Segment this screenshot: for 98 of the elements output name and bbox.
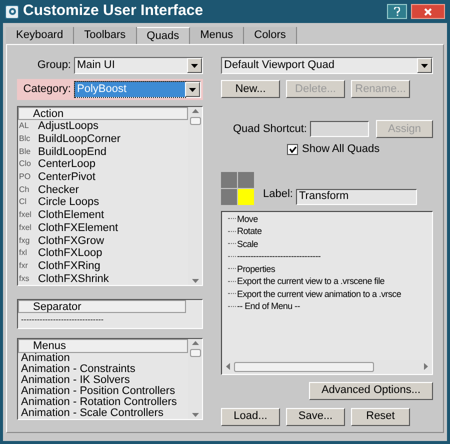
scroll-down-icon[interactable] xyxy=(192,279,198,283)
help-icon xyxy=(394,7,400,16)
action-icon: fxel xyxy=(18,209,38,222)
list-item[interactable]: Animation - Position Controllers xyxy=(18,386,188,397)
dropdown-field[interactable]: Main UI xyxy=(74,57,203,74)
scroll-up-icon[interactable] xyxy=(192,341,198,345)
list-item[interactable]: Ble BuildLoopEnd xyxy=(18,145,188,158)
scrollbar[interactable] xyxy=(188,339,202,419)
scroll-thumb[interactable] xyxy=(234,362,374,372)
action-icon: fxs xyxy=(18,272,38,285)
footer-button[interactable]: Save... xyxy=(286,408,345,426)
scroll-down-icon[interactable] xyxy=(192,413,198,417)
list-item[interactable]: fxel ClothElement xyxy=(18,208,188,222)
close-button[interactable] xyxy=(411,4,445,19)
list-item[interactable]: Blc BuildLoopCorner xyxy=(18,132,188,146)
action-label: ClothElement xyxy=(38,209,104,222)
tree-item[interactable]: Properties xyxy=(236,262,276,275)
tab[interactable]: Quads xyxy=(136,27,190,44)
tab[interactable]: Colors xyxy=(244,27,297,44)
action-icon: Ch xyxy=(18,184,38,196)
footer-button[interactable]: Reset xyxy=(351,408,410,426)
dropdown-field[interactable]: PolyBoost xyxy=(74,81,201,98)
list-item[interactable]: Animation xyxy=(18,353,188,364)
action-icon: PO xyxy=(18,171,38,184)
action-icon: Ble xyxy=(18,146,38,158)
quadrant[interactable] xyxy=(238,172,254,188)
list-item[interactable]: PO CenterPivot xyxy=(18,170,188,184)
close-icon xyxy=(424,8,432,16)
quad-button[interactable]: New... xyxy=(221,80,280,98)
scroll-thumb[interactable] xyxy=(190,349,200,357)
action-label: ClothFXShrink xyxy=(38,272,109,285)
list-item[interactable]: Animation - Rotation Controllers xyxy=(18,397,188,408)
footer-button[interactable]: Load... xyxy=(221,408,280,426)
help-button[interactable] xyxy=(387,4,407,19)
scroll-up-icon[interactable] xyxy=(192,109,198,113)
scroll-thumb[interactable] xyxy=(190,117,200,125)
separator-item[interactable]: ------------------------------- xyxy=(18,313,202,326)
list-item[interactable]: fxel ClothFXElement xyxy=(18,222,188,234)
list-item[interactable]: Cl Circle Loops xyxy=(18,196,188,209)
shortcut-field[interactable] xyxy=(310,121,369,137)
tree-item[interactable]: ------------------------------- xyxy=(236,250,321,262)
label-field[interactable]: Transform xyxy=(296,188,417,204)
tab[interactable]: Menus xyxy=(190,27,244,44)
list-item[interactable]: AL AdjustLoops xyxy=(18,120,188,133)
column-header[interactable]: Action xyxy=(18,107,188,120)
dropdown-field[interactable]: Default Viewport Quad xyxy=(221,57,433,74)
action-icon: fxel xyxy=(18,222,38,234)
action-icon: Blc xyxy=(18,133,38,146)
checkbox-label: Show All Quads xyxy=(302,142,380,157)
field-label: Group: xyxy=(36,58,71,74)
column-header[interactable]: Separator xyxy=(18,300,186,313)
list-item[interactable]: Animation - Constraints xyxy=(18,364,188,375)
action-icon: fxl xyxy=(18,247,38,260)
tree-item[interactable]: Scale xyxy=(236,238,258,250)
list-item[interactable]: fxr ClothFXRing xyxy=(18,260,188,272)
list-item[interactable]: Clo CenterLoop xyxy=(18,158,188,171)
tree-item[interactable]: Rotate xyxy=(236,225,262,238)
action-label: ClothFXRing xyxy=(38,260,100,272)
action-label: ClothFXGrow xyxy=(38,234,104,247)
action-icon: fxr xyxy=(18,260,38,272)
tab[interactable]: Toolbars xyxy=(74,27,137,44)
action-label: AdjustLoops xyxy=(38,120,99,132)
action-label: ClothFXElement xyxy=(38,222,118,234)
list-item[interactable]: Ch Checker xyxy=(18,183,188,196)
tree-item[interactable]: Export the current view animation to a .vrsce xyxy=(236,288,402,300)
list-item[interactable]: Animation - Scale Controllers xyxy=(18,408,188,419)
action-icon: Clo xyxy=(18,158,38,170)
list-item[interactable]: fxs ClothFXShrink xyxy=(18,272,188,285)
action-label: CenterLoop xyxy=(38,158,96,170)
list-item[interactable]: Animation - IK Solvers xyxy=(18,375,188,386)
tree-item[interactable]: -- End of Menu -- xyxy=(236,300,300,312)
field-label: Quad Shortcut: xyxy=(233,122,307,137)
column-header[interactable]: Menus xyxy=(18,339,188,353)
field-label: Category: xyxy=(22,82,71,98)
action-label: Circle Loops xyxy=(38,196,100,208)
action-icon: Cl xyxy=(18,196,38,208)
checkbox[interactable] xyxy=(287,144,298,155)
action-label: Checker xyxy=(38,184,79,196)
window-title: Customize User Interface xyxy=(23,1,204,22)
action-label: BuildLoopCorner xyxy=(38,133,121,146)
tree-item[interactable]: Export the current view to a .vrscene file xyxy=(236,275,384,288)
field-label: Label: xyxy=(263,187,293,202)
action-icon: AL xyxy=(18,120,38,132)
scrollbar[interactable] xyxy=(188,107,202,285)
app-icon xyxy=(5,4,19,18)
scroll-right-icon[interactable] xyxy=(424,363,428,370)
list-item[interactable]: fxg ClothFXGrow xyxy=(18,234,188,247)
tree-item[interactable]: Move xyxy=(236,212,258,225)
quadrant[interactable] xyxy=(221,188,237,204)
scroll-left-icon[interactable] xyxy=(226,363,230,370)
quadrant[interactable] xyxy=(221,172,237,188)
action-label: CenterPivot xyxy=(38,171,96,184)
action-label: ClothFXLoop xyxy=(38,247,102,260)
list-item[interactable]: fxl ClothFXLoop xyxy=(18,246,188,260)
action-icon: fxg xyxy=(18,234,38,247)
action-label: BuildLoopEnd xyxy=(38,146,107,158)
advanced-options-button[interactable]: Advanced Options... xyxy=(309,382,433,400)
tab[interactable]: Keyboard xyxy=(6,27,74,44)
